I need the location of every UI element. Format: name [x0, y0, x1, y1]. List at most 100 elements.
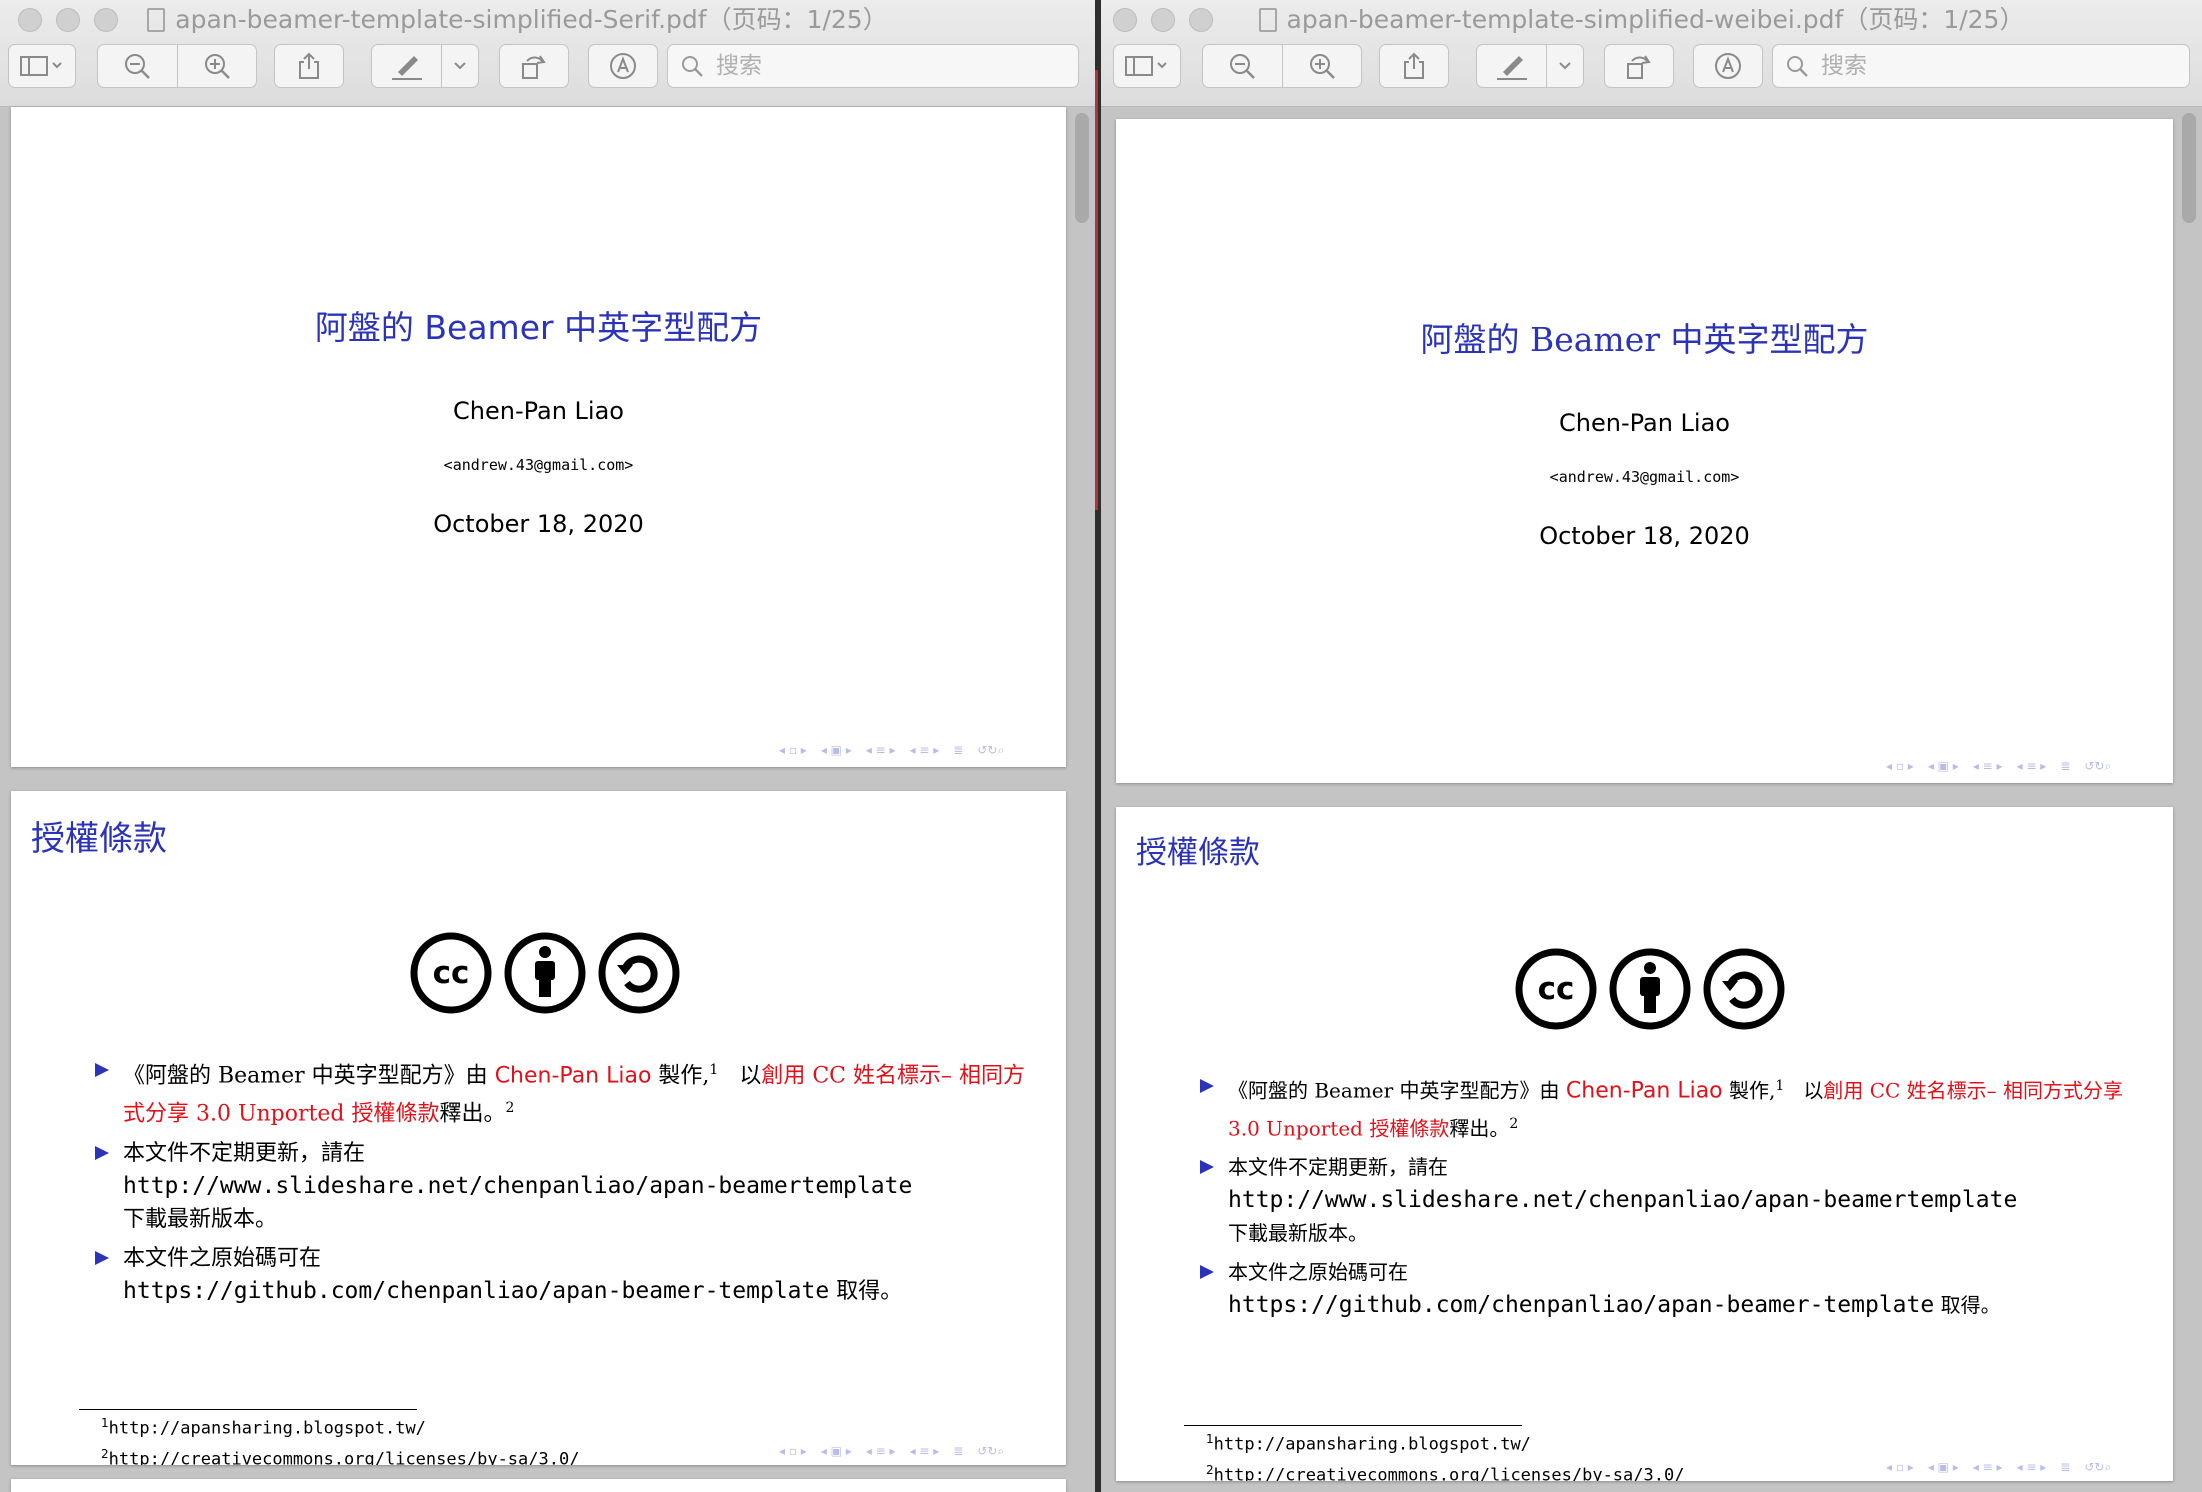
author-link[interactable]: Chen-Pan Liao — [1566, 1079, 1723, 1104]
slide-email: <andrew.43@gmail.com> — [443, 456, 634, 474]
cc-icon: cc — [1515, 948, 1597, 1030]
vertical-scrollbar[interactable] — [2178, 107, 2202, 1492]
author-link[interactable]: Chen-Pan Liao — [495, 1063, 652, 1088]
pdf-page-1: 阿盤的 Beamer 中英字型配方 Chen-Pan Liao <andrew.… — [11, 107, 1066, 767]
markup-pen-button[interactable] — [1476, 44, 1584, 88]
annotate-button[interactable] — [1693, 44, 1763, 88]
cc-license-icons: cc — [1514, 947, 1786, 1031]
rotate-button[interactable] — [499, 44, 569, 88]
slideshare-url[interactable]: http://www.slideshare.net/chenpanliao/ap… — [1228, 1184, 2150, 1217]
bullet-triangle-icon — [1200, 1079, 1214, 1093]
slideshare-url[interactable]: http://www.slideshare.net/chenpanliao/ap… — [123, 1170, 1035, 1203]
sidebar-toggle-button[interactable] — [1113, 44, 1181, 88]
markup-menu-button[interactable] — [442, 61, 478, 71]
markup-pen-icon — [391, 56, 422, 80]
share-icon — [1404, 52, 1424, 79]
sidebar-icon — [1125, 56, 1167, 76]
zoom-in-button[interactable] — [178, 52, 257, 80]
svg-text:cc: cc — [1538, 971, 1575, 1007]
scrollbar-thumb[interactable] — [2182, 113, 2196, 223]
document-view[interactable]: 阿盤的 Beamer 中英字型配方 Chen-Pan Liao <andrew.… — [1101, 107, 2202, 1492]
slide-author: Chen-Pan Liao — [453, 397, 624, 425]
by-icon — [1609, 948, 1691, 1030]
scrollbar-thumb[interactable] — [1075, 113, 1089, 223]
document-view[interactable]: 阿盤的 Beamer 中英字型配方 Chen-Pan Liao <andrew.… — [0, 107, 1095, 1492]
window-title-text: apan-beamer-template-simplified-weibei.p… — [1286, 5, 2025, 34]
svg-text:cc: cc — [433, 955, 470, 991]
toolbar — [1113, 44, 2190, 92]
bullet-triangle-icon — [1200, 1265, 1214, 1280]
preview-window-serif: apan-beamer-template-simplified-Serif.pd… — [0, 0, 1095, 1492]
frame-title: 授權條款 — [31, 819, 167, 859]
beamer-nav-symbols[interactable]: ◂ ▫ ▸ ◂ ▣ ▸ ◂ ≡ ▸ ◂ ≡ ▸ ≣ ↺↻⌕ — [1886, 759, 2111, 774]
zoom-out-button[interactable] — [1203, 52, 1282, 80]
footnote-2: 2http://creativecommons.org/licenses/by-… — [101, 1446, 580, 1465]
zoom-out-icon — [125, 54, 151, 79]
list-item: 本文件之原始碼可在 https://github.com/chenpanliao… — [95, 1242, 1035, 1308]
zoom-controls — [97, 44, 257, 88]
markup-pen-icon — [1496, 56, 1527, 80]
footnote-rule — [79, 1409, 417, 1410]
footnote-2: 2http://creativecommons.org/licenses/by-… — [1206, 1462, 1685, 1481]
github-url[interactable]: https://github.com/chenpanliao/apan-beam… — [123, 1278, 829, 1304]
frame-title: 授權條款 — [1136, 835, 1260, 871]
sidebar-icon — [20, 56, 62, 76]
beamer-nav-symbols[interactable]: ◂ ▫ ▸ ◂ ▣ ▸ ◂ ≡ ▸ ◂ ≡ ▸ ≣ ↺↻⌕ — [779, 1444, 1004, 1459]
zoom-out-icon — [1230, 54, 1256, 79]
window-title: apan-beamer-template-simplified-Serif.pd… — [0, 2, 1095, 38]
list-item: 《阿盤的 Beamer 中英字型配方》由 Chen-Pan Liao 製作,1 … — [1200, 1070, 2150, 1145]
sa-icon — [598, 932, 680, 1014]
sa-icon — [1703, 948, 1785, 1030]
footnotes: 1http://apansharing.blogspot.tw/ 2http:/… — [1206, 1427, 1684, 1481]
annotate-icon — [610, 53, 636, 79]
beamer-nav-symbols[interactable]: ◂ ▫ ▸ ◂ ▣ ▸ ◂ ≡ ▸ ◂ ≡ ▸ ≣ ↺↻⌕ — [1886, 1460, 2111, 1475]
share-button[interactable] — [1379, 44, 1449, 88]
slide-date: October 18, 2020 — [433, 510, 644, 538]
zoom-in-icon — [1309, 54, 1335, 79]
by-icon — [504, 932, 586, 1014]
pdf-page-3 — [11, 1479, 1066, 1492]
zoom-controls — [1202, 44, 1362, 88]
list-item: 《阿盤的 Beamer 中英字型配方》由 Chen-Pan Liao 製作,1 … — [95, 1054, 1035, 1131]
beamer-nav-symbols[interactable]: ◂ ▫ ▸ ◂ ▣ ▸ ◂ ≡ ▸ ◂ ≡ ▸ ≣ ↺↻⌕ — [779, 743, 1004, 758]
chevron-down-icon — [1559, 62, 1571, 70]
markup-menu-button[interactable] — [1547, 61, 1583, 71]
search-icon — [1787, 56, 1808, 77]
bullet-triangle-icon — [1200, 1160, 1214, 1175]
sidebar-toggle-button[interactable] — [8, 44, 76, 88]
zoom-in-icon — [204, 54, 230, 79]
zoom-out-button[interactable] — [98, 52, 177, 80]
preview-window-weibei: apan-beamer-template-simplified-weibei.p… — [1101, 0, 2202, 1492]
markup-pen-button[interactable] — [371, 44, 479, 88]
search-field[interactable] — [1772, 44, 2190, 88]
github-url[interactable]: https://github.com/chenpanliao/apan-beam… — [1228, 1292, 1934, 1318]
pdf-page-2: 授權條款 cc 《阿盤的 Beamer 中英字型配方》由 Chen-Pan Li… — [11, 791, 1066, 1465]
pdf-document-icon — [1258, 8, 1277, 32]
window-titlebar: apan-beamer-template-simplified-Serif.pd… — [0, 0, 1095, 107]
rotate-icon — [1627, 55, 1651, 79]
pdf-document-icon — [147, 8, 166, 32]
toolbar — [8, 44, 1087, 92]
search-field[interactable] — [667, 44, 1079, 88]
share-button[interactable] — [274, 44, 344, 88]
rotate-icon — [522, 55, 546, 79]
slide-title: 阿盤的 Beamer 中英字型配方 — [314, 308, 763, 347]
footnote-rule — [1184, 1425, 1522, 1426]
cc-license-icons: cc — [409, 931, 681, 1015]
search-input[interactable] — [1819, 52, 2123, 80]
bullet-triangle-icon — [95, 1145, 109, 1160]
window-title-text: apan-beamer-template-simplified-Serif.pd… — [175, 5, 888, 34]
window-title: apan-beamer-template-simplified-weibei.p… — [1101, 2, 2202, 38]
slide-date: October 18, 2020 — [1539, 522, 1750, 550]
rotate-button[interactable] — [1604, 44, 1674, 88]
search-input[interactable] — [714, 52, 1018, 80]
vertical-scrollbar[interactable] — [1073, 107, 1095, 1492]
slide-author: Chen-Pan Liao — [1559, 409, 1730, 437]
annotate-button[interactable] — [588, 44, 658, 88]
chevron-down-icon — [454, 62, 466, 70]
footnotes: 1http://apansharing.blogspot.tw/ 2http:/… — [101, 1411, 579, 1465]
license-item-list: 《阿盤的 Beamer 中英字型配方》由 Chen-Pan Liao 製作,1 … — [1200, 1070, 2150, 1328]
zoom-in-button[interactable] — [1283, 52, 1362, 80]
cc-icon: cc — [410, 932, 492, 1014]
footnote-1: 1http://apansharing.blogspot.tw/ — [101, 1416, 426, 1439]
